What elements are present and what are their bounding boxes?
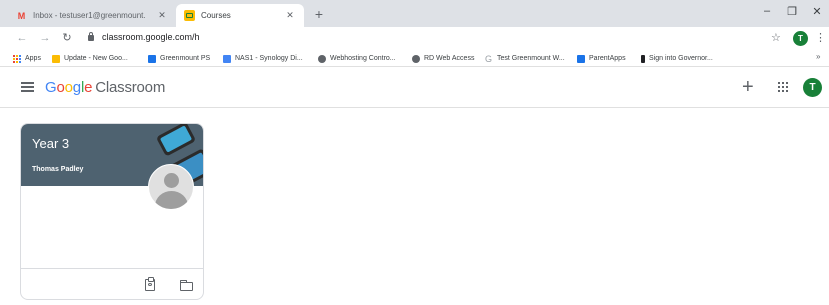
bookmark-governor[interactable]: Sign into Governor... <box>641 52 713 65</box>
bookmark-webhosting[interactable]: Webhosting Contro... <box>318 52 396 65</box>
product-name: Classroom <box>95 79 166 96</box>
browser-profile-avatar[interactable]: T <box>793 31 808 46</box>
bookmark-apps[interactable]: Apps <box>13 52 41 65</box>
google-g-icon: G <box>485 53 493 64</box>
tablet-illustration <box>155 124 197 157</box>
tab-courses[interactable]: Courses ✕ <box>176 4 304 27</box>
apps-icon <box>13 54 21 63</box>
classroom-icon <box>184 10 195 21</box>
browser-menu-icon[interactable]: ⋮ <box>815 31 826 44</box>
bookmark-greenmount[interactable]: Greenmount PS <box>148 52 210 65</box>
browser-tab-strip: M Inbox - testuser1@greenmount. ✕ Course… <box>0 0 829 27</box>
governor-icon <box>641 54 645 63</box>
class-card[interactable]: Year 3 Thomas Padley <box>20 123 204 300</box>
bookmark-label: NAS1 - Synology Di... <box>235 55 303 62</box>
bookmarks-overflow-icon[interactable]: » <box>816 52 820 61</box>
maximize-button[interactable]: ❐ <box>782 5 802 18</box>
back-icon[interactable]: ← <box>15 31 29 45</box>
bookmark-label: Greenmount PS <box>160 55 211 62</box>
new-tab-button[interactable]: + <box>308 4 330 24</box>
logo-letter: o <box>64 79 73 96</box>
synology-icon <box>223 54 231 63</box>
bookmark-label: Apps <box>25 55 41 62</box>
classroom-header: Google Classroom + T <box>0 68 829 108</box>
parentapps-icon <box>577 54 585 63</box>
reload-icon[interactable]: ↻ <box>60 31 74 45</box>
forward-icon[interactable]: → <box>38 31 52 45</box>
url-text: classroom.google.com/h <box>102 32 200 42</box>
folder-icon[interactable] <box>180 280 193 291</box>
minimize-button[interactable]: – <box>757 5 777 17</box>
bookmark-label: Update - New Goo... <box>64 55 128 62</box>
bookmark-label: RD Web Access <box>424 55 475 62</box>
main-menu-icon[interactable] <box>21 82 34 92</box>
logo-letter: o <box>56 79 65 96</box>
gmail-icon: M <box>17 10 26 21</box>
tab-close-icon[interactable]: ✕ <box>156 10 168 21</box>
tab-close-icon[interactable]: ✕ <box>284 10 296 21</box>
bookmark-label: Test Greenmount W... <box>497 55 565 62</box>
google-icon <box>52 54 60 63</box>
class-card-footer <box>21 268 203 299</box>
logo-letter: G <box>45 79 57 96</box>
teacher-name: Thomas Padley <box>32 166 84 173</box>
bookmark-star-icon[interactable]: ☆ <box>771 31 781 44</box>
calendar-icon <box>148 54 156 63</box>
globe-icon <box>412 54 420 63</box>
add-class-button[interactable]: + <box>742 77 754 97</box>
bookmark-test-greenmount[interactable]: G Test Greenmount W... <box>485 52 565 65</box>
lock-icon <box>88 32 94 41</box>
bookmark-label: Sign into Governor... <box>649 55 713 62</box>
tab-title: Courses <box>201 11 231 20</box>
google-apps-icon[interactable] <box>778 82 788 92</box>
bookmark-label: Webhosting Contro... <box>330 55 396 62</box>
logo-letter: e <box>84 79 93 96</box>
bookmark-label: ParentApps <box>589 55 626 62</box>
bookmark-update[interactable]: Update - New Goo... <box>52 52 128 65</box>
bookmarks-bar: Apps Update - New Goo... Greenmount PS N… <box>0 50 829 67</box>
bookmark-rd-web[interactable]: RD Web Access <box>412 52 474 65</box>
class-name-link[interactable]: Year 3 <box>32 136 69 151</box>
tab-title: Inbox - testuser1@greenmount. <box>33 11 146 20</box>
bookmark-nas1[interactable]: NAS1 - Synology Di... <box>223 52 303 65</box>
teacher-avatar <box>148 164 194 210</box>
google-classroom-logo[interactable]: Google Classroom <box>45 79 165 96</box>
account-avatar[interactable]: T <box>803 78 822 97</box>
logo-letter: g <box>72 79 81 96</box>
assignment-icon[interactable] <box>145 277 155 291</box>
globe-icon <box>318 54 326 63</box>
browser-toolbar: ← → ↻ classroom.google.com/h ☆ T ⋮ <box>0 27 829 50</box>
bookmark-parentapps[interactable]: ParentApps <box>577 52 626 65</box>
address-bar[interactable]: classroom.google.com/h <box>88 32 200 42</box>
close-window-button[interactable]: ✕ <box>807 5 827 18</box>
tab-inbox[interactable]: M Inbox - testuser1@greenmount. ✕ <box>8 4 176 27</box>
